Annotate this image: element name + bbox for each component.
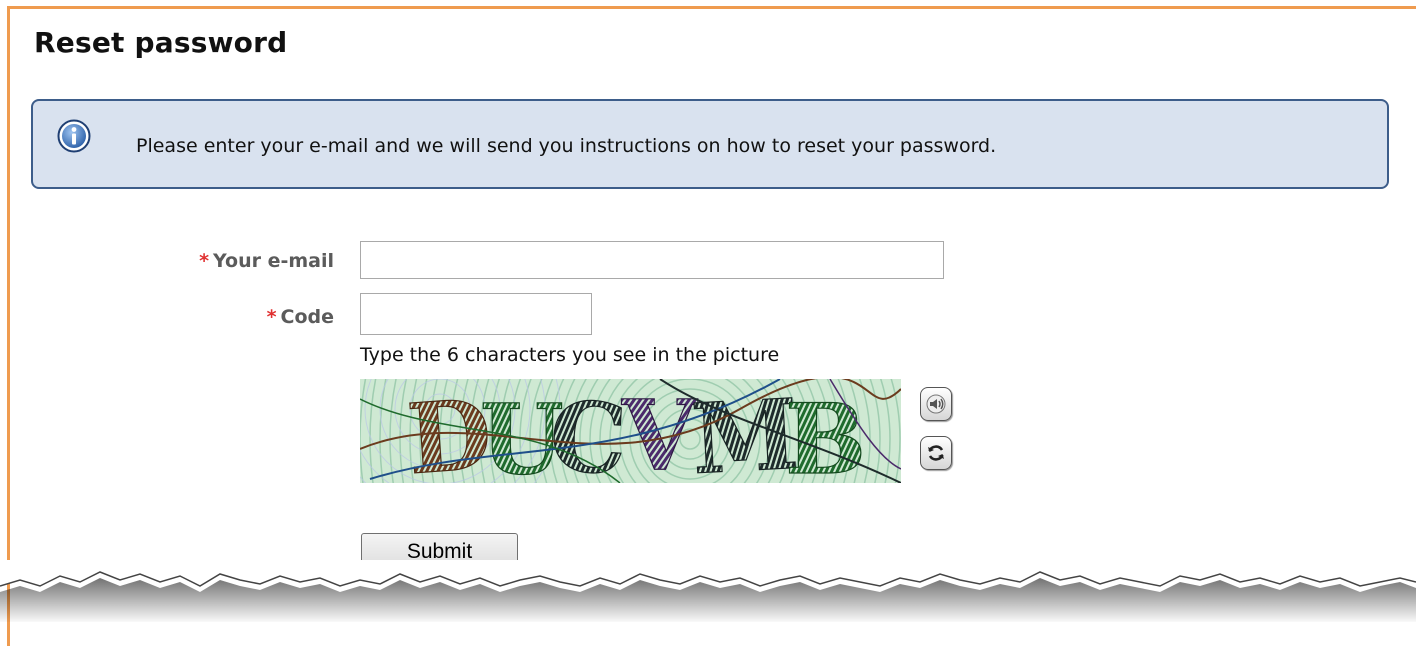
speaker-icon	[926, 394, 946, 414]
required-marker: *	[199, 250, 209, 272]
code-label-text: Code	[280, 306, 334, 328]
captcha-refresh-button[interactable]	[920, 436, 952, 470]
required-marker: *	[266, 306, 277, 328]
email-input[interactable]	[360, 241, 944, 279]
info-icon	[57, 119, 91, 153]
captcha-audio-button[interactable]	[920, 387, 952, 421]
captcha-char: B	[785, 383, 866, 483]
info-message-box: Please enter your e-mail and we will sen…	[31, 99, 1389, 189]
info-message-text: Please enter your e-mail and we will sen…	[136, 135, 997, 157]
code-label: * Code	[124, 306, 334, 328]
email-label: * Your e-mail	[124, 250, 334, 272]
captcha-image: D U C V M B	[360, 379, 901, 483]
email-label-text: Your e-mail	[213, 250, 334, 272]
captcha-graphic: D U C V M B	[360, 379, 901, 483]
captcha-hint: Type the 6 characters you see in the pic…	[360, 344, 780, 366]
torn-paper-edge	[0, 560, 1416, 622]
captcha-char: C	[547, 380, 629, 483]
captcha-code-input[interactable]	[360, 293, 592, 335]
refresh-icon	[928, 445, 944, 461]
page-title: Reset password	[34, 26, 288, 59]
